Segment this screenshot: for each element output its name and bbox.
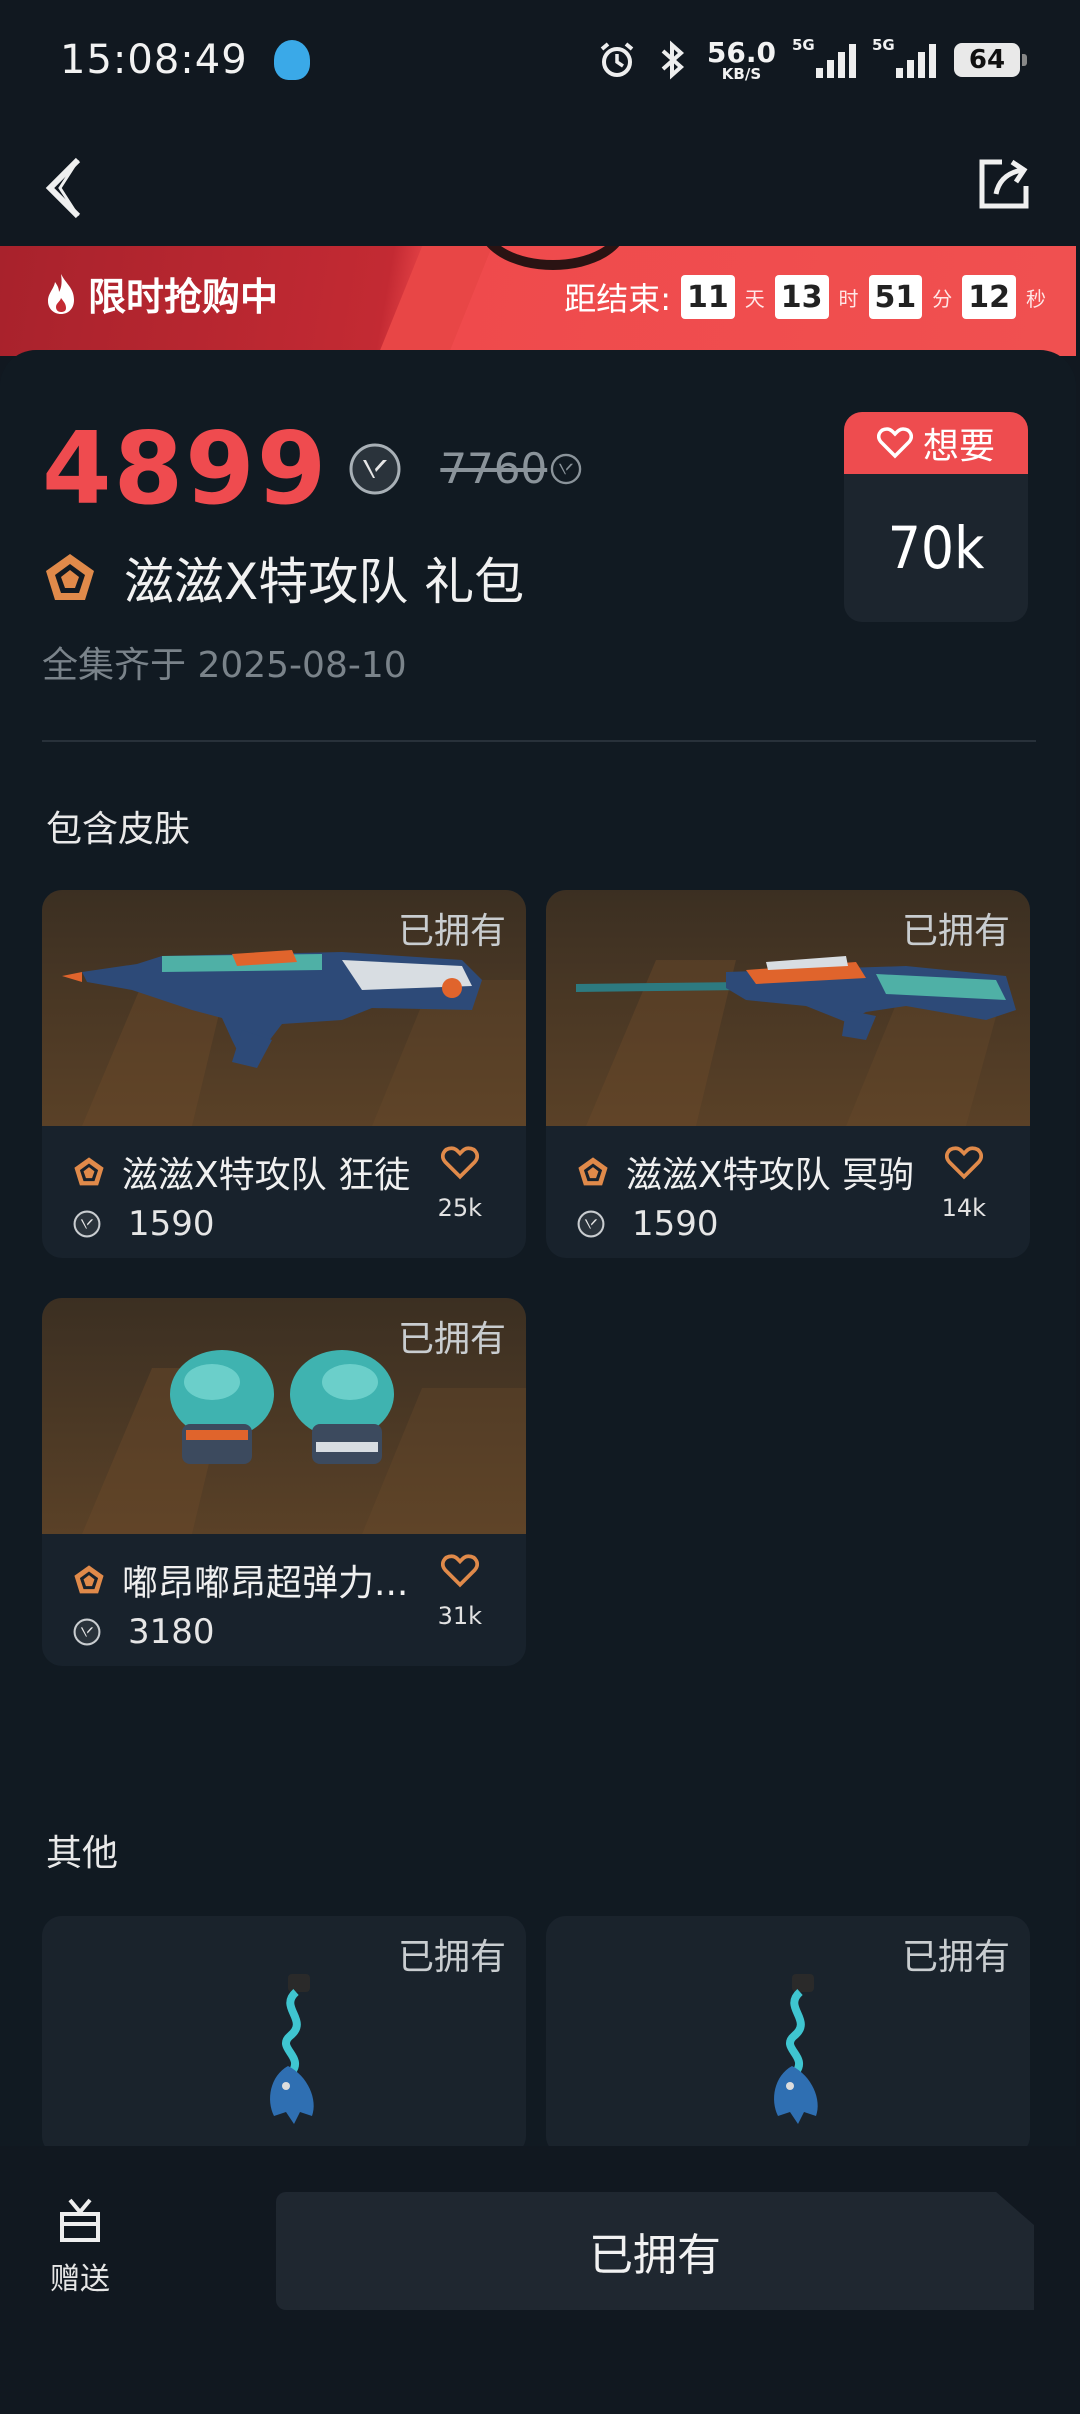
gift-icon: [60, 2198, 100, 2242]
price-row: 4899 7760: [42, 410, 583, 527]
skin-price: 1590: [128, 1204, 215, 1244]
owned-action-button[interactable]: 已拥有: [276, 2192, 1034, 2310]
owned-tag: 已拥有: [901, 911, 1010, 952]
section-title-others: 其他: [46, 1833, 119, 1874]
tier-pentagon-icon: [578, 1157, 608, 1186]
heart-icon: [440, 1146, 479, 1180]
status-bar: 15:08:49 56.0 KB/S 5G 5G 64: [0, 0, 1080, 120]
bluetooth-icon: [655, 40, 689, 80]
bundle-title: 滋滋X特攻队 礼包: [124, 553, 525, 611]
owned-tag: 已拥有: [397, 1319, 506, 1360]
like-count: 31k: [437, 1602, 482, 1630]
banner-decoration: [478, 246, 628, 270]
skin-card[interactable]: 已拥有 滋滋X特攻队 冥驹 1590 14k: [546, 890, 1030, 1258]
signal-icon-2: 5G: [872, 36, 936, 78]
like-count: 14k: [941, 1194, 986, 1222]
skin-image: 已拥有: [42, 1298, 526, 1534]
like-count: 25k: [437, 1194, 482, 1222]
vp-currency-icon: [73, 1618, 101, 1646]
countdown-minutes: 51: [868, 275, 923, 319]
skin-card[interactable]: 已拥有 滋滋X特攻队 狂徒 1590 25k: [42, 890, 526, 1258]
signal-icon-1: 5G: [792, 36, 856, 78]
skin-image: 已拥有: [546, 890, 1030, 1126]
other-item-image: 已拥有: [546, 1916, 1030, 2152]
like-button[interactable]: 31k: [438, 1554, 482, 1630]
skin-name: 滋滋X特攻队 冥驹: [626, 1155, 915, 1196]
skin-name: 嘟昂嘟昂超弹力...: [122, 1563, 409, 1604]
divider: [42, 740, 1036, 742]
skin-card[interactable]: 已拥有 嘟昂嘟昂超弹力... 3180 31k: [42, 1298, 526, 1666]
heart-icon: [944, 1146, 983, 1180]
gift-button[interactable]: 赠送: [40, 2196, 120, 2298]
share-icon: [979, 159, 1029, 209]
other-item-image: 已拥有: [42, 1916, 526, 2152]
want-header: 想要: [844, 412, 1028, 474]
chevron-left-icon: [45, 157, 81, 219]
back-button[interactable]: [38, 152, 98, 222]
skin-name: 滋滋X特攻队 狂徒: [122, 1155, 411, 1196]
vp-currency-icon: [349, 443, 401, 494]
vp-currency-icon: [577, 1210, 605, 1238]
other-item-card[interactable]: 已拥有: [546, 1916, 1030, 2156]
want-count: 70k: [887, 514, 985, 582]
collection-date: 全集齐于 2025-08-10: [42, 645, 407, 686]
heart-icon: [440, 1554, 479, 1588]
heart-icon: [877, 427, 913, 459]
original-price: 7760: [440, 444, 583, 493]
vp-currency-icon: [550, 453, 582, 484]
countdown: 距结束: 11 天 13 时 51 分 12 秒: [564, 274, 1046, 320]
like-button[interactable]: 14k: [942, 1146, 986, 1222]
owned-tag: 已拥有: [397, 1937, 506, 1978]
like-button[interactable]: 25k: [438, 1146, 482, 1222]
countdown-days: 11: [681, 275, 735, 319]
qq-icon: [273, 40, 310, 80]
countdown-hours: 13: [774, 275, 829, 319]
vp-currency-icon: [73, 1210, 101, 1238]
status-time: 15:08:49: [60, 37, 248, 83]
section-title-skins: 包含皮肤: [46, 809, 191, 850]
bottom-action-bar: 赠送 已拥有: [0, 2146, 1080, 2414]
flash-sale-title: 限时抢购中: [44, 266, 278, 321]
gift-label: 赠送: [50, 2262, 110, 2297]
bundle-title-row: 滋滋X特攻队 礼包: [42, 542, 524, 614]
other-item-card[interactable]: 已拥有: [42, 1916, 526, 2156]
share-button[interactable]: [974, 154, 1034, 214]
net-speed: 56.0 KB/S: [706, 35, 776, 83]
skin-price: 1590: [632, 1204, 719, 1244]
fire-icon: [48, 273, 74, 314]
flash-sale-banner: 限时抢购中 距结束: 11 天 13 时 51 分 12 秒: [0, 246, 1076, 356]
countdown-seconds: 12: [962, 275, 1016, 319]
nav-bar: [0, 140, 1080, 240]
bundle-price: 4899: [42, 410, 329, 527]
owned-tag: 已拥有: [397, 911, 506, 952]
tier-pentagon-icon: [74, 1157, 104, 1186]
alarm-icon: [597, 40, 637, 80]
skin-price: 3180: [128, 1612, 215, 1652]
battery-icon: 64: [954, 43, 1027, 77]
skin-image: 已拥有: [42, 890, 526, 1126]
tier-pentagon-icon: [46, 554, 94, 600]
main-content: 4899 7760 滋滋X特攻队 礼包 全集齐于 2025-08-10 想要 7…: [0, 350, 1076, 2414]
tier-pentagon-icon: [74, 1565, 104, 1594]
countdown-label: 距结束:: [564, 280, 671, 318]
owned-tag: 已拥有: [901, 1937, 1010, 1978]
want-button[interactable]: 想要 70k: [844, 412, 1028, 622]
